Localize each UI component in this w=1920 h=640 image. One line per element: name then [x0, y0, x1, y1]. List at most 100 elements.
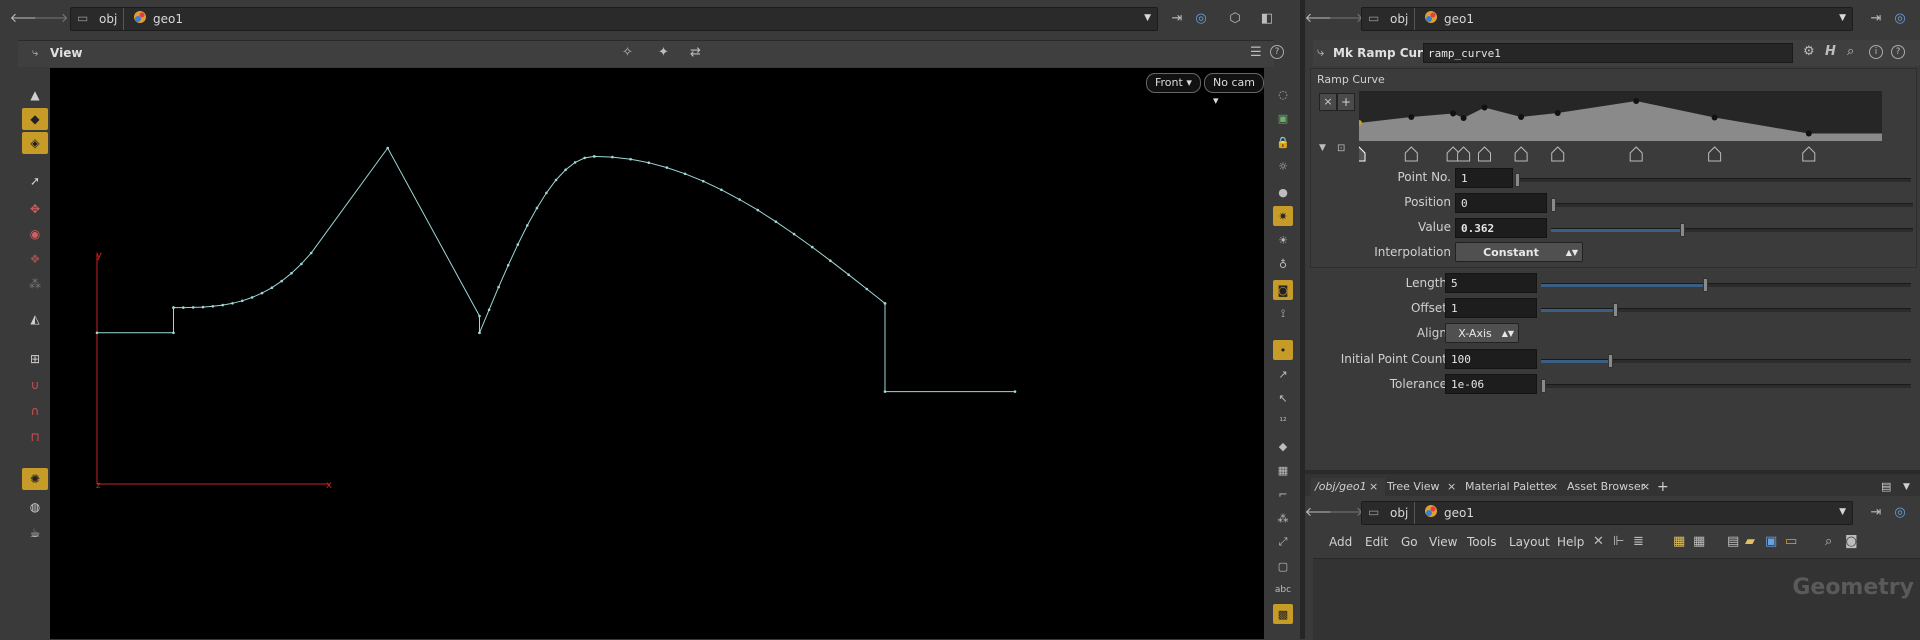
path-obj[interactable]: obj: [1390, 506, 1408, 520]
align-menu[interactable]: X-Axis ▲▼: [1445, 323, 1519, 343]
network-editor[interactable]: Geometry: [1313, 558, 1920, 640]
ramp-options-icon[interactable]: ⊡: [1337, 143, 1345, 154]
normal-display-icon[interactable]: ↗: [1273, 364, 1293, 384]
link-icon[interactable]: ◎: [1192, 9, 1210, 27]
initial-point-count-field[interactable]: 100: [1445, 349, 1537, 369]
tab-tree-view[interactable]: Tree View: [1387, 478, 1440, 496]
add-key-button[interactable]: +: [1337, 93, 1355, 111]
tolerance-field[interactable]: 1e-06: [1445, 374, 1537, 394]
visibility-icon[interactable]: ◌: [1273, 84, 1293, 104]
lock-icon[interactable]: 🔒: [1273, 132, 1293, 152]
tab-close-icon[interactable]: ×: [1549, 478, 1558, 496]
path-bar[interactable]: ▭ obj geo1 ▼: [70, 7, 1158, 31]
background-icon[interactable]: ⟟: [1273, 304, 1293, 324]
bulb-icon[interactable]: ☼: [1273, 156, 1293, 176]
subnet-icon[interactable]: ▭: [1785, 534, 1797, 549]
ramp-key-point[interactable]: [1481, 104, 1488, 111]
select-arrow-icon[interactable]: ➚: [22, 170, 48, 192]
point-display-icon[interactable]: •: [1273, 340, 1293, 360]
select-points-icon[interactable]: ◈: [22, 132, 48, 154]
chevron-down-icon[interactable]: ▼: [1839, 507, 1846, 517]
position-slider[interactable]: [1551, 198, 1913, 212]
search-icon[interactable]: ⌕: [1825, 534, 1832, 549]
length-field[interactable]: 5: [1445, 273, 1537, 293]
ramp-key-handle[interactable]: [1478, 146, 1492, 162]
add-tab-button[interactable]: +: [1657, 478, 1669, 496]
ramp-key-point[interactable]: [1633, 98, 1640, 104]
menu-go[interactable]: Go: [1401, 535, 1418, 549]
slider-knob[interactable]: [1541, 379, 1546, 393]
position-field[interactable]: 0: [1455, 193, 1547, 213]
handle-tool-icon[interactable]: ⁂: [22, 273, 48, 295]
ramp-key-handle[interactable]: [1404, 146, 1418, 162]
ramp-key-handle[interactable]: [1802, 146, 1816, 162]
snapshot-icon[interactable]: ▩: [1273, 604, 1293, 624]
list-icon[interactable]: ≣: [1633, 534, 1644, 549]
pin-icon[interactable]: ⇥: [1867, 9, 1885, 27]
initial-point-count-slider[interactable]: [1541, 354, 1911, 368]
ramp-key-handle[interactable]: [1551, 146, 1565, 162]
remove-key-button[interactable]: ×: [1319, 93, 1337, 111]
point-no-slider[interactable]: [1515, 173, 1911, 187]
tree-layout-icon[interactable]: ⊩: [1613, 534, 1624, 549]
display-options-icon[interactable]: ◧: [1260, 9, 1274, 27]
link-icon[interactable]: ◎: [1891, 503, 1909, 521]
seam-display-icon[interactable]: ⌐: [1273, 484, 1293, 504]
ramp-key-point[interactable]: [1711, 114, 1718, 121]
template-display-icon[interactable]: ▢: [1273, 556, 1293, 576]
flipbook-icon[interactable]: ◍: [22, 496, 48, 518]
transform-icon[interactable]: ⇄: [690, 45, 701, 60]
node-name-input[interactable]: ramp_curve1: [1423, 43, 1793, 63]
edge-display-icon[interactable]: ⁂: [1273, 508, 1293, 528]
menu-add[interactable]: Add: [1329, 535, 1352, 549]
camera-light-icon[interactable]: ✺: [22, 468, 48, 490]
interpolation-menu[interactable]: Constant ▲▼: [1455, 242, 1583, 262]
toolbar-options-icon[interactable]: ☰: [1250, 45, 1262, 60]
viewport[interactable]: Front ▾ No cam ▾ y x z: [50, 68, 1264, 639]
tab-close-icon[interactable]: ×: [1369, 478, 1378, 496]
snap-icon[interactable]: ✧: [622, 45, 633, 60]
tab-close-icon[interactable]: ×: [1641, 478, 1650, 496]
slider-knob[interactable]: [1608, 354, 1613, 368]
param-forward-icon[interactable]: 🡒: [1329, 9, 1364, 27]
slider-knob[interactable]: [1613, 303, 1618, 317]
offset-field[interactable]: 1: [1445, 298, 1537, 318]
menu-help[interactable]: Help: [1557, 535, 1584, 549]
grid-icon[interactable]: ▦: [1693, 534, 1705, 549]
forward-arrow-icon[interactable]: 🡒: [34, 9, 69, 27]
hda-icon[interactable]: H: [1825, 44, 1836, 59]
display-camera-icon[interactable]: ◙: [1273, 280, 1293, 300]
sticky-note-icon[interactable]: ▰: [1745, 534, 1755, 549]
point-numbers-icon[interactable]: ¹²: [1273, 412, 1293, 432]
ramp-key-point[interactable]: [1460, 115, 1467, 121]
pose-tool-icon[interactable]: ▲: [22, 84, 48, 106]
ramp-key-handle[interactable]: [1457, 146, 1471, 162]
viewport-layout-icon[interactable]: ⬡: [1226, 9, 1244, 27]
menu-tools[interactable]: Tools: [1467, 535, 1497, 549]
menu-view[interactable]: View: [1429, 535, 1457, 549]
snap-point-icon[interactable]: ∩: [22, 400, 48, 422]
magnet-icon[interactable]: ⊓: [22, 426, 48, 448]
path-geo1[interactable]: geo1: [1444, 12, 1474, 26]
hull-display-icon[interactable]: ⤢: [1273, 532, 1293, 552]
network-box-icon[interactable]: ▤: [1727, 534, 1739, 549]
light-icon[interactable]: ☀: [1273, 230, 1293, 250]
path-geo1[interactable]: geo1: [1444, 506, 1474, 520]
search-icon[interactable]: ⌕: [1847, 44, 1854, 59]
view-menu-icon[interactable]: ⤷: [32, 46, 38, 60]
image-icon[interactable]: ▣: [1765, 534, 1777, 549]
prim-display-icon[interactable]: ◆: [1273, 436, 1293, 456]
pin-icon[interactable]: ⇥: [1168, 9, 1186, 27]
slider-knob[interactable]: [1515, 173, 1520, 187]
network-forward-icon[interactable]: 🡒: [1329, 503, 1364, 521]
chevron-down-icon[interactable]: ▼: [1903, 478, 1910, 496]
tolerance-slider[interactable]: [1541, 379, 1911, 393]
slider-knob[interactable]: [1551, 198, 1556, 212]
value-slider[interactable]: [1551, 223, 1913, 237]
path-obj[interactable]: obj: [99, 12, 117, 26]
move-tool-icon[interactable]: ✥: [22, 198, 48, 220]
chevron-down-icon[interactable]: ▼: [1144, 13, 1151, 23]
ramp-key-point[interactable]: [1805, 130, 1812, 137]
point-no-field[interactable]: 1: [1455, 168, 1513, 188]
render-icon[interactable]: ☕: [22, 522, 48, 544]
